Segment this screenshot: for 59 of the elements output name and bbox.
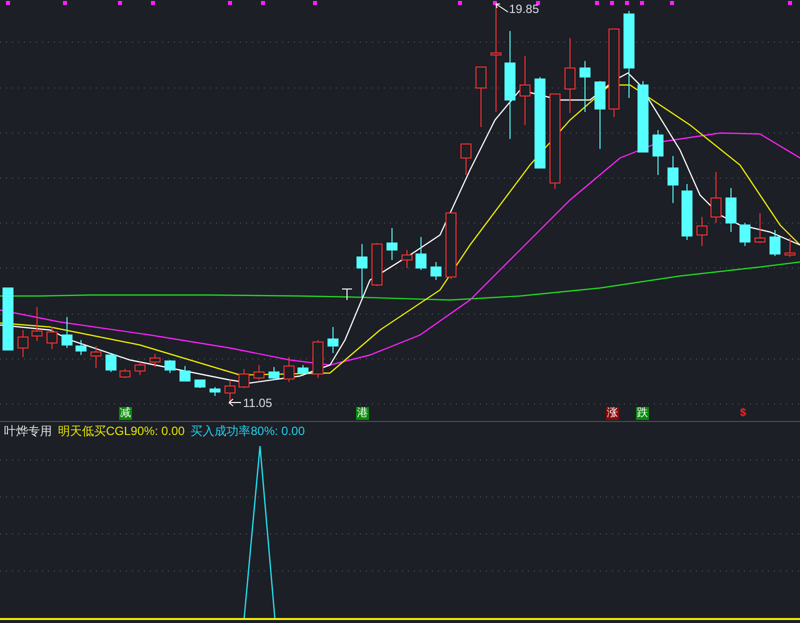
- arrow-icon: [495, 3, 509, 13]
- candlestick: [76, 340, 86, 356]
- candlestick: [460, 144, 472, 176]
- arrow-icon: [228, 398, 242, 407]
- candlestick: [754, 212, 766, 244]
- candlestick: [18, 330, 28, 358]
- candlestick: [386, 228, 398, 260]
- candlestick: [254, 364, 264, 380]
- signal-label: 跌: [636, 407, 649, 420]
- candlestick: [62, 316, 72, 348]
- candlestick: [356, 244, 368, 298]
- candlestick: [120, 368, 130, 378]
- candlestick: [652, 130, 664, 176]
- high-price-label: 19.85: [509, 3, 540, 15]
- candlestick: [726, 188, 736, 232]
- candlestick: [476, 66, 486, 128]
- candlestick: [150, 354, 160, 368]
- low-price-label: 11.05: [243, 397, 272, 409]
- candlestick: [224, 380, 236, 404]
- candlestick: [134, 362, 146, 376]
- candlestick: [372, 242, 382, 286]
- signal-label: $: [740, 406, 746, 420]
- candlestick: [342, 288, 352, 300]
- candlestick: [106, 354, 116, 372]
- candlestick: [430, 262, 442, 280]
- candlestick: [784, 238, 796, 258]
- candlestick: [638, 80, 648, 152]
- candlestick: [520, 56, 530, 126]
- candlestick: [312, 340, 324, 378]
- candlestick: [210, 386, 220, 396]
- candlestick: [402, 250, 412, 268]
- candlestick: [194, 380, 206, 388]
- signal-label: 涨: [606, 407, 619, 420]
- candlestick: [594, 80, 606, 150]
- candlestick: [580, 60, 590, 112]
- candlestick: [328, 326, 338, 354]
- candlestick: [238, 368, 250, 388]
- candlestick: [668, 156, 678, 204]
- indicator-legend-text: 买入成功率80%: 0.00: [190, 423, 305, 440]
- indicator-legend-text: 明天低买CGL90%: 0.00: [58, 423, 185, 440]
- candlestick: [298, 364, 308, 376]
- candlestick: [46, 326, 58, 350]
- candlestick: [446, 212, 456, 280]
- candlestick: [284, 356, 294, 382]
- indicator-legend-text: 叶烨专用: [4, 423, 52, 440]
- signal-label: 港: [356, 407, 369, 420]
- candlestick: [268, 366, 280, 380]
- candlestick: [164, 360, 176, 374]
- candlestick: [180, 366, 190, 382]
- candlestick: [710, 172, 722, 224]
- signal-label: 减: [119, 407, 132, 420]
- candlestick: [770, 230, 780, 256]
- candlestick: [32, 306, 42, 342]
- candlestick: [2, 288, 14, 350]
- candlestick: [696, 216, 708, 246]
- candlestick: [682, 184, 692, 240]
- candlestick: [90, 346, 102, 368]
- candlestick: [416, 236, 426, 270]
- candlestick: [740, 222, 750, 246]
